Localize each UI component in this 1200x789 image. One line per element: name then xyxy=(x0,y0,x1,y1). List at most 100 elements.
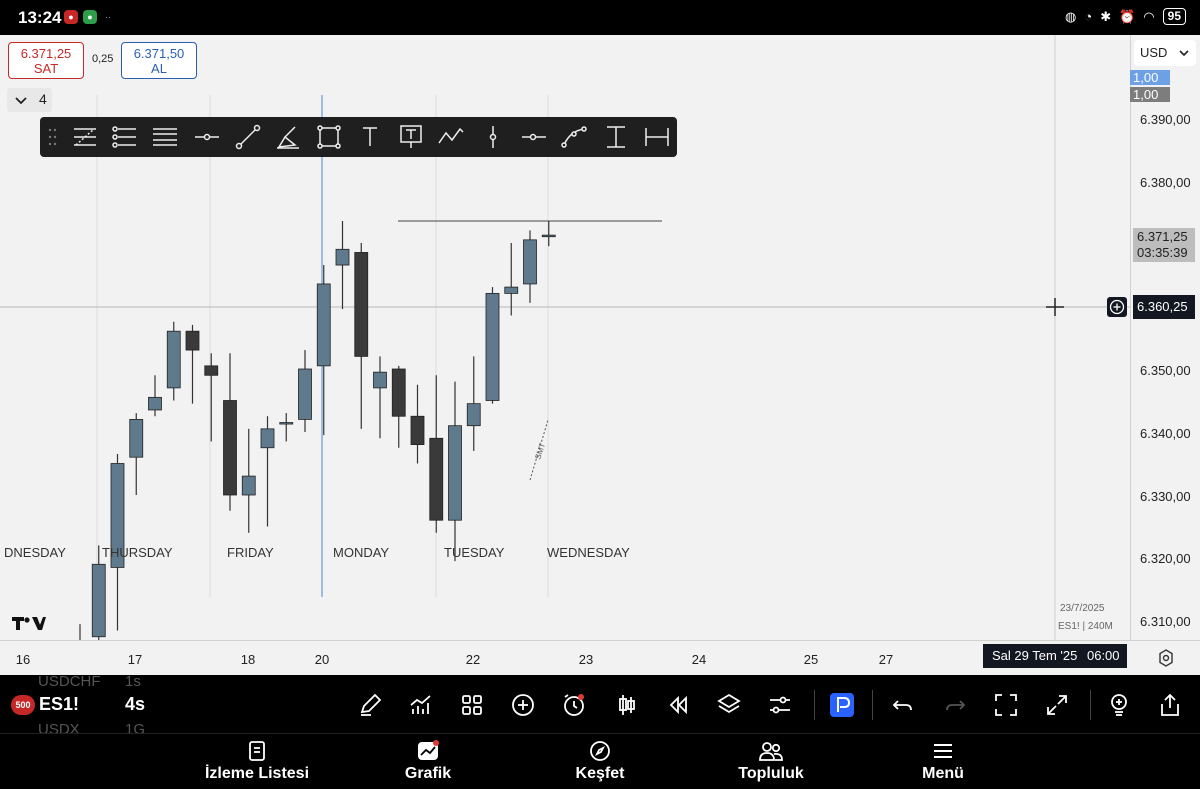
fullscreen-icon[interactable] xyxy=(1044,692,1070,718)
price-tick: 6.330,00 xyxy=(1140,489,1191,504)
replay-rewind-icon[interactable] xyxy=(665,692,691,718)
price-tick: 6.340,00 xyxy=(1140,426,1191,441)
price-tick: 6.350,00 xyxy=(1140,363,1191,378)
share-icon[interactable] xyxy=(1157,692,1183,718)
vertical-line-icon[interactable] xyxy=(478,123,508,151)
undo-icon[interactable] xyxy=(890,692,916,718)
buy-button[interactable]: 6.371,50 AL xyxy=(121,42,197,79)
smt-annotation: SMT xyxy=(533,442,547,461)
pattern-icon[interactable] xyxy=(436,123,466,151)
time-tick: 16 xyxy=(15,652,31,667)
price-tick: 6.390,00 xyxy=(1140,112,1191,127)
candle-body xyxy=(129,418,144,458)
chart-panel[interactable]: SMT 6.371,25 SAT 0,25 6.371,50 AL 4 DNES… xyxy=(0,35,1200,675)
crosshair-date: Sal 29 Tem '25 xyxy=(992,648,1078,663)
redo-icon[interactable] xyxy=(942,692,968,718)
nav-watchlist-label: İzleme Listesi xyxy=(204,765,310,782)
add-alert-plus-icon[interactable] xyxy=(1107,297,1127,317)
candle-body xyxy=(429,437,444,521)
candles-type-icon[interactable] xyxy=(614,692,640,718)
candle-body xyxy=(391,368,406,417)
candle-body xyxy=(410,415,425,446)
buy-label: AL xyxy=(151,61,167,76)
time-tick: 27 xyxy=(878,652,894,667)
fib-extension-icon[interactable] xyxy=(110,123,140,151)
pencil-drawing-icon[interactable] xyxy=(357,692,383,718)
screen: 13:24 ● ● ·· ◍ ◔ ✱ ⏰ ◠ 95 SMT 6.371,25 S… xyxy=(0,0,1200,789)
candle-body xyxy=(91,563,106,638)
settings-sliders-icon[interactable] xyxy=(767,692,793,718)
bar-countdown: 03:35:39 xyxy=(1137,245,1188,260)
fib-retracement-icon[interactable] xyxy=(70,123,100,151)
nav-watchlist[interactable]: İzleme Listesi xyxy=(187,738,327,783)
status-icons: ◍ ◔ ✱ ⏰ ◠ 95 xyxy=(1065,8,1186,25)
rectangle-icon[interactable] xyxy=(314,123,344,151)
time-tick: 20 xyxy=(314,652,330,667)
nav-explore[interactable]: Keşfet xyxy=(530,738,670,783)
chart-settings-gear-icon[interactable] xyxy=(1157,649,1175,667)
crosshair-time: 06:00 xyxy=(1086,648,1120,663)
nav-community[interactable]: Topluluk xyxy=(701,738,841,783)
ray-icon[interactable] xyxy=(519,123,549,151)
time-tick: 25 xyxy=(803,652,819,667)
brush-icon[interactable] xyxy=(273,123,303,151)
chat-notification-icon: ● xyxy=(83,10,97,24)
broker-p-icon[interactable] xyxy=(829,692,855,718)
add-circle-icon[interactable] xyxy=(510,692,536,718)
nav-chart[interactable]: Grafik xyxy=(358,738,498,783)
buy-price: 6.371,50 xyxy=(133,46,185,61)
currency-button[interactable]: USD xyxy=(1134,40,1196,66)
layout-grid-icon[interactable] xyxy=(459,692,485,718)
time-tick: 24 xyxy=(691,652,707,667)
layers-icon[interactable] xyxy=(716,692,742,718)
day-label: THURSDAY xyxy=(102,545,173,560)
candle-body xyxy=(241,475,256,496)
date-range-icon[interactable] xyxy=(642,123,672,151)
sell-label: SAT xyxy=(33,61,59,76)
day-label: WEDNESDAY xyxy=(547,545,630,560)
indicators-icon[interactable] xyxy=(408,692,434,718)
toolbar-divider xyxy=(814,690,815,720)
community-icon xyxy=(759,742,783,761)
time-tick: 18 xyxy=(240,652,256,667)
interval-button[interactable]: 4s xyxy=(125,694,145,715)
fib-channel-icon[interactable] xyxy=(150,123,180,151)
drag-handle-icon[interactable] xyxy=(48,127,58,147)
currency-label: USD xyxy=(1140,45,1168,60)
alert-clock-icon[interactable] xyxy=(561,692,587,718)
candle-body xyxy=(204,365,219,376)
trend-line-icon[interactable] xyxy=(233,123,263,151)
time-tick: 22 xyxy=(465,652,481,667)
status-bar: 13:24 ● ● ·· ◍ ◔ ✱ ⏰ ◠ 95 xyxy=(0,0,1200,35)
sell-button[interactable]: 6.371,25 SAT xyxy=(8,42,84,79)
drawing-toolbar-toggle[interactable]: 4 xyxy=(7,88,52,112)
day-label: FRIDAY xyxy=(227,545,274,560)
ghost-symbol: USDCHF xyxy=(38,673,101,690)
crosshair-price-tag: 6.360,25 xyxy=(1133,295,1195,319)
symbol-badge: 500 xyxy=(11,695,35,715)
text-icon[interactable] xyxy=(355,123,385,151)
chevron-down-icon xyxy=(15,97,27,105)
nav-menu[interactable]: Menü xyxy=(873,738,1013,783)
status-time: 13:24 xyxy=(18,8,62,27)
idea-lightbulb-icon[interactable] xyxy=(1106,692,1132,718)
candle-body xyxy=(373,371,387,389)
indicator-value-tag: 1,00 xyxy=(1130,70,1170,85)
candle-body xyxy=(316,283,331,367)
anchored-text-icon[interactable] xyxy=(396,123,426,151)
crosshair-date-tag: Sal 29 Tem '25 06:00 xyxy=(983,644,1127,668)
candle-body xyxy=(166,330,181,389)
horizontal-line-icon[interactable] xyxy=(192,123,222,151)
symbol-button[interactable]: ES1! xyxy=(39,694,79,715)
price-tick: 6.310,00 xyxy=(1140,614,1191,629)
crosshair-frame-icon[interactable] xyxy=(993,692,1019,718)
time-axis[interactable]: 16 17 18 20 22 23 24 25 27 Sal 29 Tem '2… xyxy=(0,640,1200,675)
bottom-nav: İzleme Listesi Grafik Keşfet Topluluk Me… xyxy=(0,733,1200,789)
candle-body xyxy=(279,422,294,425)
price-range-icon[interactable] xyxy=(601,123,631,151)
tradingview-logo-icon xyxy=(12,617,46,630)
nav-menu-label: Menü xyxy=(922,765,964,782)
curve-icon[interactable] xyxy=(560,123,590,151)
price-axis[interactable]: USD 6.390,00 6.380,00 6.350,00 6.340,00 … xyxy=(1130,35,1200,640)
candle-body xyxy=(354,252,369,357)
